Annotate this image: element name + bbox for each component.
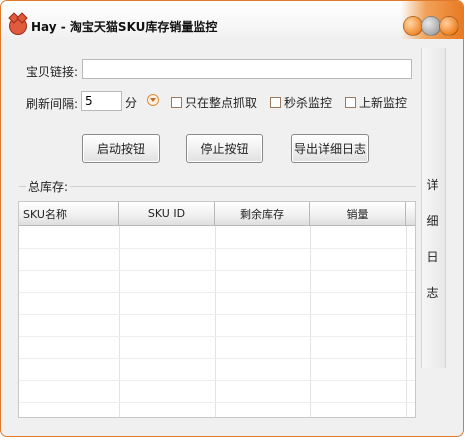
stock-group-line xyxy=(19,186,416,187)
checkbox-new-listing-label: 上新监控 xyxy=(359,96,408,110)
row-divider xyxy=(19,314,415,315)
column-header-sku-id[interactable]: SKU ID xyxy=(119,202,215,226)
detail-log-char-3[interactable]: 日 xyxy=(421,248,444,265)
detail-log-panel[interactable] xyxy=(421,48,446,368)
link-input[interactable] xyxy=(82,59,412,79)
app-window: Hay - 淘宝天猫SKU库存销量监控 宝贝链接: 刷新间隔: 分 只在整点抓取… xyxy=(0,0,464,437)
row-divider xyxy=(19,248,415,249)
detail-log-char-4[interactable]: 志 xyxy=(421,284,444,301)
column-header-sales[interactable]: 销量 xyxy=(310,202,406,226)
row-divider xyxy=(19,402,415,403)
row-divider xyxy=(19,292,415,293)
sku-table[interactable]: SKU名称 SKU ID 剩余库存 销量 xyxy=(18,201,416,418)
row-divider xyxy=(19,358,415,359)
table-header: SKU名称 SKU ID 剩余库存 销量 xyxy=(19,202,415,226)
column-divider xyxy=(406,226,407,417)
interval-label: 刷新间隔: xyxy=(26,97,79,111)
interval-input[interactable] xyxy=(81,91,122,111)
checkbox-box[interactable] xyxy=(171,97,182,108)
column-header-filler xyxy=(406,202,415,226)
row-divider xyxy=(19,380,415,381)
stock-label: 总库存: xyxy=(26,178,71,195)
link-label: 宝贝链接: xyxy=(26,65,79,79)
checkbox-flash-sale[interactable]: 秒杀监控 xyxy=(270,94,332,111)
column-divider xyxy=(310,226,311,417)
row-divider xyxy=(19,270,415,271)
checkbox-box[interactable] xyxy=(345,97,356,108)
close-button[interactable] xyxy=(439,16,459,36)
chevron-down-icon[interactable] xyxy=(147,94,159,106)
checkbox-box[interactable] xyxy=(270,97,281,108)
column-divider xyxy=(119,226,120,417)
maximize-button[interactable] xyxy=(421,16,441,36)
checkbox-whole-point-label: 只在整点抓取 xyxy=(185,96,258,110)
app-cat-icon xyxy=(9,17,27,35)
checkbox-flash-sale-label: 秒杀监控 xyxy=(284,96,333,110)
detail-log-char-1[interactable]: 详 xyxy=(421,176,444,193)
column-header-remaining-stock[interactable]: 剩余库存 xyxy=(215,202,310,226)
window-title: Hay - 淘宝天猫SKU库存销量监控 xyxy=(31,20,218,34)
title-bar: Hay - 淘宝天猫SKU库存销量监控 xyxy=(1,1,463,39)
checkbox-whole-point[interactable]: 只在整点抓取 xyxy=(171,94,257,111)
checkbox-new-listing[interactable]: 上新监控 xyxy=(345,94,407,111)
stop-button[interactable]: 停止按钮 xyxy=(186,134,263,163)
export-log-button[interactable]: 导出详细日志 xyxy=(291,134,369,163)
column-header-sku-name[interactable]: SKU名称 xyxy=(19,202,119,226)
detail-log-char-2[interactable]: 细 xyxy=(421,212,444,229)
minimize-button[interactable] xyxy=(403,16,423,36)
start-button[interactable]: 启动按钮 xyxy=(82,134,160,163)
column-divider xyxy=(215,226,216,417)
row-divider xyxy=(19,336,415,337)
interval-unit: 分 xyxy=(125,96,138,110)
